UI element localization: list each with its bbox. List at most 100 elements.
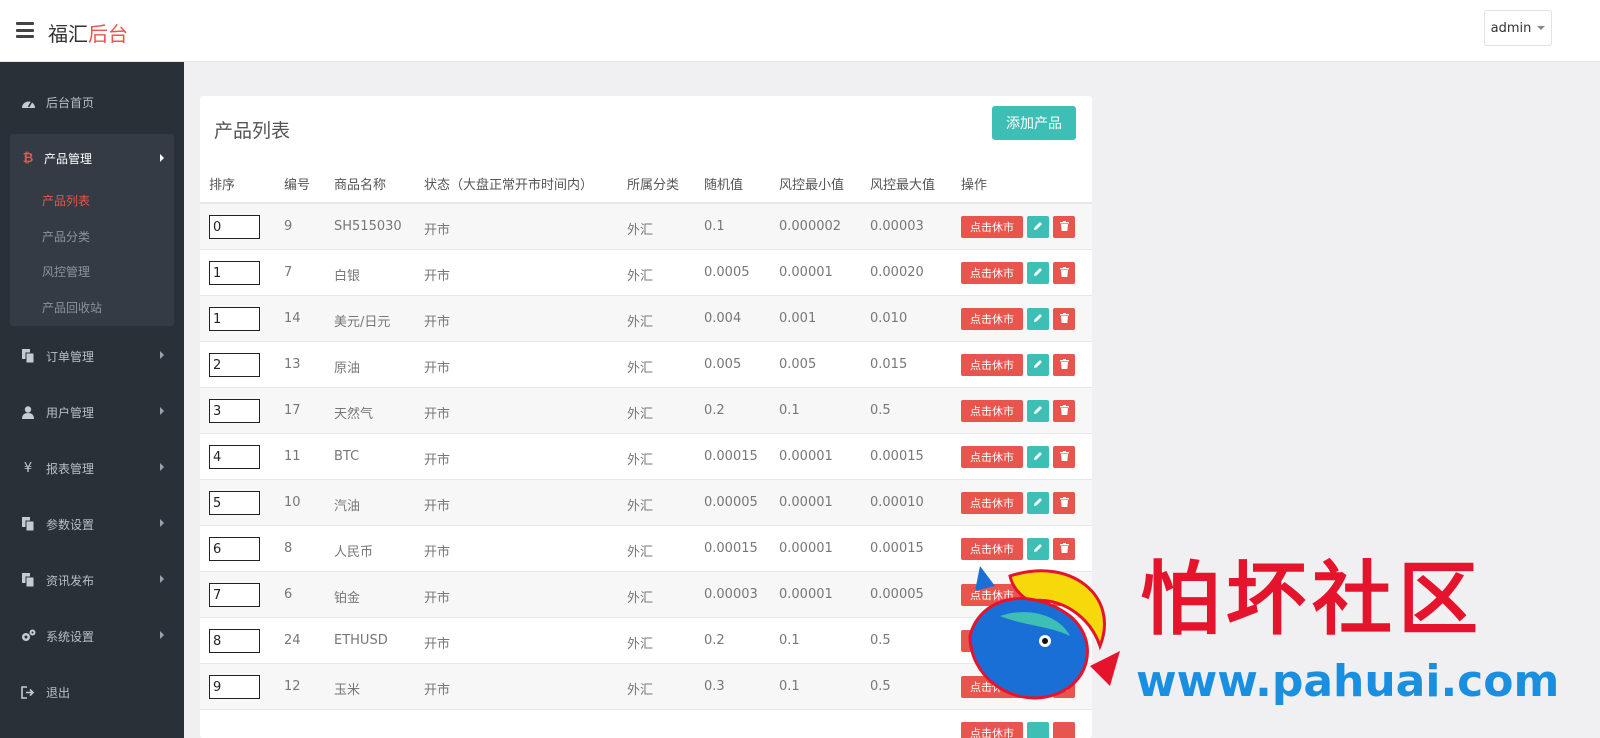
- sidebar-item-label: 后台首页: [46, 95, 95, 110]
- sort-order-input[interactable]: [209, 215, 260, 239]
- cell-status: 开市: [424, 453, 451, 468]
- sort-order-input[interactable]: [209, 307, 260, 331]
- edit-button[interactable]: [1027, 538, 1049, 560]
- sort-order-input[interactable]: [209, 491, 260, 515]
- sidebar-item-reports[interactable]: ¥ 报表管理: [0, 448, 184, 488]
- sidebar-subitem-product-category[interactable]: 产品分类: [42, 228, 90, 245]
- rest-market-button[interactable]: 点击休市: [961, 676, 1023, 698]
- rest-market-button[interactable]: 点击休市: [961, 354, 1023, 376]
- edit-button[interactable]: [1027, 262, 1049, 284]
- cell-name: 白银: [334, 269, 361, 284]
- column-header-sort: 排序: [209, 178, 236, 193]
- sidebar-item-users[interactable]: 用户管理: [0, 392, 184, 432]
- cell-name: BTC: [334, 449, 360, 464]
- sidebar-item-dashboard[interactable]: 后台首页: [0, 82, 184, 122]
- trash-icon: [1059, 542, 1069, 557]
- sort-order-input[interactable]: [209, 399, 260, 423]
- trash-icon: [1059, 266, 1069, 281]
- column-header-risk-min: 风控最小值: [779, 178, 845, 193]
- sidebar-item-system[interactable]: 系统设置: [0, 616, 184, 656]
- delete-button[interactable]: [1053, 216, 1075, 238]
- sort-order-input[interactable]: [209, 445, 260, 469]
- delete-button[interactable]: [1053, 676, 1075, 698]
- sidebar-item-news[interactable]: 资讯发布: [0, 560, 184, 600]
- rest-market-button[interactable]: 点击休市: [961, 630, 1023, 652]
- edit-button[interactable]: [1027, 492, 1049, 514]
- cell-name: 美元/日元: [334, 315, 391, 330]
- cell-random: 0.005: [704, 357, 742, 372]
- table-row: 13 原油 开市 外汇 0.005 0.005 0.015 点击休市: [200, 342, 1092, 388]
- cell-risk-max: 0.00003: [870, 219, 924, 234]
- edit-button[interactable]: [1027, 308, 1049, 330]
- edit-button[interactable]: [1027, 630, 1049, 652]
- table-row: 8 人民币 开市 外汇 0.00015 0.00001 0.00015 点击休市: [200, 526, 1092, 572]
- edit-button[interactable]: [1027, 354, 1049, 376]
- delete-button[interactable]: [1053, 262, 1075, 284]
- cell-name: 人民币: [334, 545, 374, 560]
- cell-id: 13: [284, 357, 301, 372]
- trash-icon: [1059, 450, 1069, 465]
- cell-risk-max: 0.00015: [870, 449, 924, 464]
- user-dropdown[interactable]: admin: [1484, 10, 1552, 46]
- sort-order-input[interactable]: [209, 353, 260, 377]
- cell-id: 24: [284, 633, 301, 648]
- sidebar-item-parameters[interactable]: 参数设置: [0, 504, 184, 544]
- sidebar-subitem-product-list[interactable]: 产品列表: [42, 192, 90, 209]
- sidebar-item-product-management[interactable]: ₿ 产品管理: [10, 138, 174, 178]
- cell-name: 原油: [334, 361, 361, 376]
- delete-button[interactable]: [1053, 538, 1075, 560]
- rest-market-button[interactable]: 点击休市: [961, 492, 1023, 514]
- cell-id: 7: [284, 265, 293, 280]
- cell-risk-max: 0.00005: [870, 587, 924, 602]
- menu-toggle-icon[interactable]: [16, 22, 34, 38]
- delete-button[interactable]: [1053, 722, 1075, 738]
- sort-order-input[interactable]: [209, 629, 260, 653]
- delete-button[interactable]: [1053, 308, 1075, 330]
- delete-button[interactable]: [1053, 354, 1075, 376]
- edit-button[interactable]: [1027, 446, 1049, 468]
- cell-name: 汽油: [334, 499, 361, 514]
- cell-risk-max: 0.00015: [870, 541, 924, 556]
- rest-market-button[interactable]: 点击休市: [961, 722, 1023, 738]
- edit-button[interactable]: [1027, 676, 1049, 698]
- rest-market-button[interactable]: 点击休市: [961, 308, 1023, 330]
- brand-accent: 后台: [88, 22, 128, 46]
- sidebar-item-orders[interactable]: 订单管理: [0, 336, 184, 376]
- delete-button[interactable]: [1053, 584, 1075, 606]
- chevron-right-icon: [160, 351, 164, 359]
- delete-button[interactable]: [1053, 492, 1075, 514]
- sort-order-input[interactable]: [209, 261, 260, 285]
- sort-order-input[interactable]: [209, 583, 260, 607]
- sidebar-item-label: 资讯发布: [46, 573, 95, 588]
- sidebar-item-label: 退出: [46, 685, 71, 700]
- sort-order-input[interactable]: [209, 537, 260, 561]
- cell-category: 外汇: [627, 683, 654, 698]
- rest-market-button[interactable]: 点击休市: [961, 446, 1023, 468]
- edit-button[interactable]: [1027, 216, 1049, 238]
- cell-name: 天然气: [334, 407, 374, 422]
- copy-icon: [20, 572, 36, 588]
- sort-order-input[interactable]: [209, 675, 260, 699]
- cell-risk-min: 0.1: [779, 403, 800, 418]
- delete-button[interactable]: [1053, 446, 1075, 468]
- trash-icon: [1059, 588, 1069, 603]
- edit-button[interactable]: [1027, 400, 1049, 422]
- sidebar-subitem-recycle-bin[interactable]: 产品回收站: [42, 299, 102, 316]
- pencil-icon: [1033, 496, 1043, 511]
- edit-button[interactable]: [1027, 584, 1049, 606]
- sidebar-item-logout[interactable]: 退出: [0, 672, 184, 712]
- cell-random: 0.00003: [704, 587, 758, 602]
- cell-status: 开市: [424, 223, 451, 238]
- rest-market-button[interactable]: 点击休市: [961, 216, 1023, 238]
- table-row-partial: 点击休市: [200, 710, 1092, 738]
- sidebar-subitem-risk-control[interactable]: 风控管理: [42, 263, 90, 280]
- rest-market-button[interactable]: 点击休市: [961, 400, 1023, 422]
- rest-market-button[interactable]: 点击休市: [961, 584, 1023, 606]
- add-product-button[interactable]: 添加产品: [992, 106, 1076, 140]
- rest-market-button[interactable]: 点击休市: [961, 538, 1023, 560]
- delete-button[interactable]: [1053, 400, 1075, 422]
- cell-status: 开市: [424, 637, 451, 652]
- rest-market-button[interactable]: 点击休市: [961, 262, 1023, 284]
- delete-button[interactable]: [1053, 630, 1075, 652]
- edit-button[interactable]: [1027, 722, 1049, 738]
